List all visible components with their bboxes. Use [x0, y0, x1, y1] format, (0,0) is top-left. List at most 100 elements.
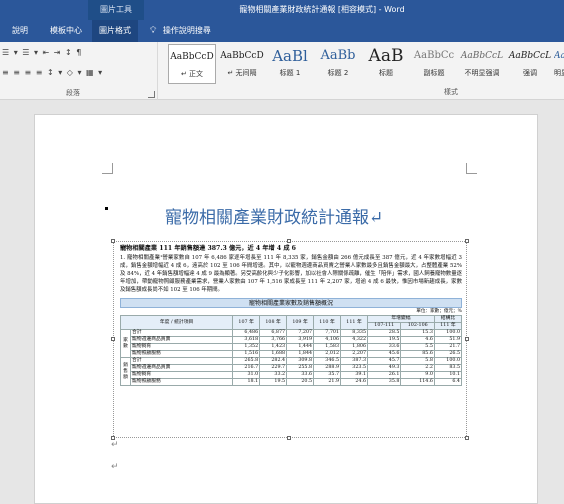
table-cell: 1,688	[259, 350, 288, 359]
tab-template-center[interactable]: 模板中心	[50, 20, 82, 42]
style-intense-emphasis[interactable]: AaBbCcL 明显强	[554, 44, 564, 84]
table-row: 寵物週邊商品買賣 3,618 3,766 3,919 4,106 4,322 19.5 4.6…	[121, 336, 463, 345]
style-preview: AaB	[368, 46, 404, 66]
margin-corner-mark	[102, 163, 113, 174]
paragraph-group-label: 段落	[66, 89, 80, 97]
table-header-cell: 108 年	[259, 315, 288, 331]
table-cell: 2.2	[400, 364, 435, 373]
table-header-cell: 111 年	[340, 315, 368, 331]
table-cell: 10.1	[433, 371, 463, 380]
table-cell: 7,701	[313, 329, 342, 338]
style-name: ↵ 无间隔	[227, 69, 257, 77]
table-cell: 6.4	[433, 378, 463, 387]
table-cell: 6,486	[232, 329, 261, 338]
style-no-spacing[interactable]: AaBbCcD ↵ 无间隔	[218, 44, 266, 84]
margin-corner-mark	[466, 163, 477, 174]
style-normal[interactable]: AaBbCcD ↵ 正文	[168, 44, 216, 84]
styles-group-label: 樣式	[444, 88, 458, 96]
table-cell: 3,766	[259, 336, 288, 345]
table-group-label: 銷售額	[120, 357, 131, 387]
style-preview: AaBbCc	[413, 50, 455, 61]
table-row: 寵物週邊商品買賣 216.7 229.7 255.8 288.9 323.5 49.3 2.2…	[121, 364, 463, 373]
style-preview: AaBb	[320, 48, 356, 63]
table-cell: 1,844	[286, 350, 315, 359]
tab-picture-format[interactable]: 圖片格式	[92, 20, 138, 42]
table-cell: 4,322	[340, 336, 368, 345]
table-cell: 255.8	[286, 364, 315, 373]
table-cell: 387.3	[340, 357, 368, 366]
style-heading-1[interactable]: AaBl 标题 1	[266, 44, 314, 84]
table-cell: 24.6	[340, 378, 368, 387]
picture-paragraph: 1. 寵物相關產業¹營業家數自 107 年 6,486 家逐年增長至 111 年…	[120, 255, 462, 294]
table-header-cell: 102-106	[400, 322, 435, 331]
table-cell: 4,106	[313, 336, 342, 345]
styles-gallery: AaBbCcD ↵ 正文 AaBbCcD ↵ 无间隔 AaBl 标题 1 AaB…	[162, 44, 564, 88]
table-cell: 5.5	[400, 343, 435, 352]
selected-picture[interactable]: 寵物相關產業 111 年銷售額達 387.3 億元，近 4 年增 4 成 6 1…	[111, 239, 469, 440]
table-cell: 1,352	[232, 343, 261, 352]
style-preview: AaBbCcL	[508, 51, 552, 61]
table-row: 寵物飼育 31.0 33.2 33.6 35.7 39.1 26.1 9.0 10.1	[121, 371, 463, 380]
document-heading[interactable]: 寵物相關產業財政統計通報↵	[165, 203, 383, 228]
resize-handle[interactable]	[287, 436, 291, 440]
tab-help[interactable]: 說明	[12, 20, 28, 42]
style-heading-2[interactable]: AaBb 标题 2	[314, 44, 362, 84]
style-name: ↵ 正文	[180, 70, 204, 78]
resize-handle[interactable]	[465, 436, 469, 440]
picture-table-unit: 單位：家數；億元；%	[416, 309, 462, 315]
resize-handle[interactable]	[465, 337, 469, 341]
picture-title: 寵物相關產業 111 年銷售額達 387.3 億元，近 4 年增 4 成 6	[120, 245, 296, 252]
table-row-label: 合計	[129, 357, 234, 366]
table-cell: 4.6	[400, 336, 435, 345]
paragraph-dialog-launcher-icon[interactable]	[148, 91, 155, 98]
table-cell: 3,919	[286, 336, 315, 345]
style-name: 标题	[379, 69, 393, 77]
document-page[interactable]: 寵物相關產業財政統計通報↵ 寵物相關產業 111 年銷售額達 387.3 億元，…	[34, 114, 538, 504]
table-cell: 31.0	[232, 371, 261, 380]
table-row: 寵物飼育 1,352 1,423 1,444 1,583 1,806 33.6 5.5 21.7	[121, 343, 463, 352]
resize-handle[interactable]	[465, 239, 469, 243]
table-cell: 26.1	[366, 371, 402, 380]
table-cell: 2,207	[340, 350, 368, 359]
table-cell: 309.8	[286, 357, 315, 366]
style-title[interactable]: AaB 标题	[362, 44, 410, 84]
table-row-label: 寵物照顧服務	[129, 378, 234, 387]
window-title: 寵物相關產業財政統計通報 [相容模式] - Word	[0, 0, 564, 20]
table-cell: 33.6	[286, 371, 315, 380]
table-cell: 20.5	[286, 378, 315, 387]
table-stub-header: 年度 / 統計項目	[119, 315, 234, 331]
table-cell: 35.8	[366, 378, 402, 387]
table-row: 家數 合計 6,486 6,877 7,207 7,701 8,335 28.5 15.3 100…	[120, 329, 463, 359]
table-cell: 100.0	[433, 357, 463, 366]
resize-handle[interactable]	[287, 239, 291, 243]
title-bar: 圖片工具 寵物相關產業財政統計通報 [相容模式] - Word	[0, 0, 564, 20]
table-cell: 8,335	[340, 329, 368, 338]
table-header-cell: 結構比	[433, 315, 463, 324]
table-row: 寵物照顧服務 1,516 1,688 1,844 2,012 2,207 45.6 85.6 2…	[121, 350, 463, 359]
style-name: 不明显强调	[464, 69, 500, 77]
table-row: 寵物照顧服務 18.1 19.5 20.5 21.9 24.6 35.8 114.6 6.4	[121, 378, 463, 387]
style-name: 标题 1	[279, 69, 301, 77]
paragraph-row-2[interactable]: ≡ ≡ ≡ ≡ ↕ ▾ ◇ ▾ ▦ ▾	[2, 68, 103, 77]
table-cell: 45.6	[366, 350, 402, 359]
resize-handle[interactable]	[111, 337, 115, 341]
style-preview: AaBbCcD	[220, 51, 264, 61]
table-cell: 33.2	[259, 371, 288, 380]
picture-table-title: 寵物相關產業家數及銷售額概況	[120, 298, 462, 309]
style-subtitle[interactable]: AaBbCc 副标题	[410, 44, 458, 84]
table-row-label: 寵物飼育	[129, 371, 234, 380]
table-header-row: 年度 / 統計項目 107 年 108 年 109 年 110 年 111 年 …	[119, 315, 463, 331]
style-name: 明显强	[554, 69, 564, 77]
table-cell: 288.9	[313, 364, 342, 373]
table-cell: 21.7	[433, 343, 463, 352]
paragraph-row-1[interactable]: ☰ ▾ ☰ ▾ ⇤ ⇥ ↕ ¶	[2, 48, 82, 57]
tell-me-search[interactable]: 💡︎ 操作說明搜尋	[150, 20, 211, 42]
stats-table: 年度 / 統計項目 107 年 108 年 109 年 110 年 111 年 …	[119, 315, 463, 387]
table-cell: 5.8	[400, 357, 435, 366]
tell-me-label: 操作說明搜尋	[162, 26, 211, 35]
lightbulb-icon: 💡︎	[150, 26, 157, 36]
style-emphasis[interactable]: AaBbCcL 强调	[506, 44, 554, 84]
table-cell: 1,583	[313, 343, 342, 352]
resize-handle[interactable]	[111, 239, 115, 243]
style-subtle-emphasis[interactable]: AaBbCcL 不明显强调	[458, 44, 506, 84]
